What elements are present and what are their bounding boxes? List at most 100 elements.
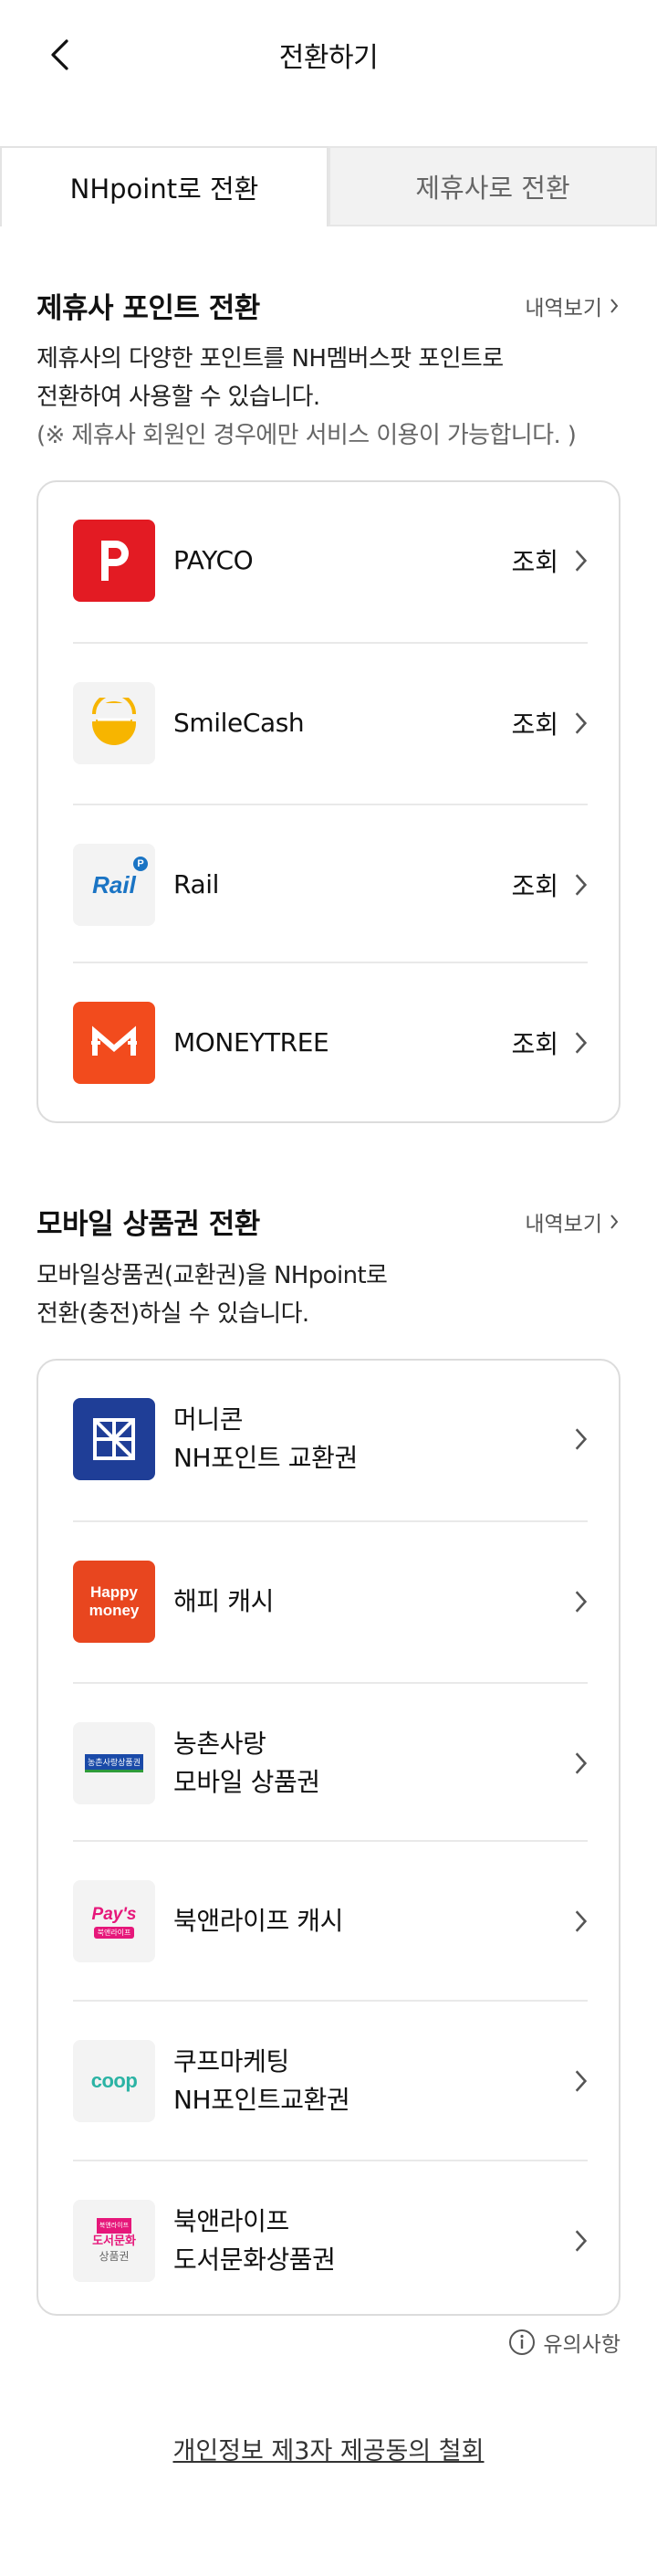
chevron-right-icon bbox=[575, 1752, 588, 1774]
rail-logo-text: Rail bbox=[92, 870, 136, 899]
partner-description: 제휴사의 다양한 포인트를 NH멤버스팟 포인트로 전환하여 사용할 수 있습니… bbox=[36, 340, 639, 455]
payco-logo bbox=[73, 520, 155, 602]
divider bbox=[73, 2160, 588, 2161]
chevron-right-icon bbox=[575, 874, 588, 896]
app-header: 전환하기 bbox=[0, 0, 657, 111]
mobile-item-nongchon[interactable]: 농촌사랑상품권 농촌사랑 모바일 상품권 bbox=[73, 1685, 588, 1842]
partner-history-label: 내역보기 bbox=[525, 297, 602, 321]
partner-item-name: Rail bbox=[173, 869, 219, 899]
mobile-history-link[interactable]: 내역보기 bbox=[525, 1206, 619, 1237]
mobile-item-line1: 북앤라이프 캐시 bbox=[173, 1906, 344, 1936]
rail-badge: P bbox=[133, 857, 148, 871]
partner-item-action: 조회 bbox=[511, 1029, 558, 1059]
partner-desc-note: (※ 제휴사 회원인 경우에만 서비스 이용이 가능합니다. ) bbox=[36, 422, 577, 449]
partner-item-rail[interactable]: Rail P Rail 조회 bbox=[73, 806, 588, 963]
book-culture-logo: 북앤라이프 도서문화 상품권 bbox=[73, 2200, 155, 2282]
chevron-right-icon bbox=[575, 712, 588, 734]
page-title: 전환하기 bbox=[278, 42, 379, 74]
mobile-item-line1: 북앤라이프 bbox=[173, 2206, 289, 2236]
chevron-right-icon bbox=[575, 2070, 588, 2092]
happymoney-logo: Happy money bbox=[73, 1561, 155, 1643]
divider bbox=[73, 642, 588, 644]
partner-item-action: 조회 bbox=[511, 871, 558, 901]
partner-desc-line2: 전환하여 사용할 수 있습니다. bbox=[36, 384, 320, 411]
chevron-right-icon bbox=[575, 1910, 588, 1932]
notice-link[interactable]: 유의사항 bbox=[508, 2327, 620, 2358]
divider bbox=[73, 1520, 588, 1522]
mobile-item-pays[interactable]: Pay's 북앤라이프 북앤라이프 캐시 bbox=[73, 1843, 588, 2000]
mobile-item-line1: 머니콘 bbox=[173, 1404, 244, 1435]
mobile-item-line2: NH포인트 교환권 bbox=[173, 1443, 358, 1473]
mobile-desc-line2: 전환(충전)하실 수 있습니다. bbox=[36, 1300, 309, 1328]
mobile-item-line2: 도서문화상품권 bbox=[173, 2245, 336, 2275]
mobile-item-label: 북앤라이프 캐시 bbox=[173, 1902, 573, 1940]
mobile-item-label: 머니콘 NH포인트 교환권 bbox=[173, 1401, 573, 1477]
chevron-right-icon bbox=[610, 299, 619, 313]
mobile-item-label: 북앤라이프 도서문화상품권 bbox=[173, 2203, 573, 2279]
nongchon-logo-text: 농촌사랑상품권 bbox=[85, 1754, 143, 1772]
pays-logo: Pay's 북앤라이프 bbox=[73, 1880, 155, 1962]
chevron-right-icon bbox=[575, 1428, 588, 1450]
partner-history-link[interactable]: 내역보기 bbox=[525, 290, 619, 321]
partner-item-action: 조회 bbox=[511, 547, 558, 577]
pays-logo-sub: 북앤라이프 bbox=[93, 1926, 135, 1939]
coop-logo: coop bbox=[73, 2040, 155, 2122]
chevron-right-icon bbox=[610, 1214, 619, 1229]
mobile-description: 모바일상품권(교환권)을 NHpoint로 전환(충전)하실 수 있습니다. bbox=[36, 1256, 639, 1333]
divider bbox=[73, 804, 588, 805]
partner-list-card: PAYCO 조회 SmileCash 조회 Rail P Rail 조회 MON… bbox=[36, 480, 620, 1123]
divider bbox=[73, 962, 588, 963]
mobile-item-label: 농촌사랑 모바일 상품권 bbox=[173, 1725, 573, 1802]
mobile-history-label: 내역보기 bbox=[525, 1213, 602, 1236]
chevron-right-icon bbox=[575, 1032, 588, 1054]
mobile-list-card: 머니콘 NH포인트 교환권 Happy money 해피 캐시 농촌사랑상품권 … bbox=[36, 1359, 620, 2316]
divider bbox=[73, 1840, 588, 1842]
moneycon-logo bbox=[73, 1398, 155, 1480]
partner-item-name: PAYCO bbox=[173, 545, 254, 575]
withdraw-consent-link[interactable]: 개인정보 제3자 제공동의 철회 bbox=[172, 2437, 484, 2466]
partner-item-smilecash[interactable]: SmileCash 조회 bbox=[73, 645, 588, 802]
mobile-desc-line1: 모바일상품권(교환권)을 NHpoint로 bbox=[36, 1262, 388, 1289]
notice-label: 유의사항 bbox=[543, 2333, 620, 2357]
mobile-item-line1: 농촌사랑 bbox=[173, 1729, 266, 1759]
tab-bar: NHpoint로 전환 제휴사로 전환 bbox=[0, 146, 657, 226]
book-logo-top: 북앤라이프 bbox=[96, 2217, 132, 2234]
footer: 개인정보 제3자 제공동의 철회 bbox=[0, 2431, 657, 2466]
tab-nhpoint[interactable]: NHpoint로 전환 bbox=[0, 146, 328, 226]
divider bbox=[73, 1682, 588, 1684]
partner-section-title: 제휴사 포인트 전환 bbox=[36, 292, 260, 325]
mobile-item-book-culture[interactable]: 북앤라이프 도서문화 상품권 북앤라이프 도서문화상품권 bbox=[73, 2162, 588, 2319]
chevron-right-icon bbox=[575, 2230, 588, 2252]
divider bbox=[73, 2000, 588, 2002]
happymoney-logo-line1: Happy bbox=[90, 1583, 138, 1601]
mobile-item-label: 쿠프마케팅 NH포인트교환권 bbox=[173, 2043, 573, 2119]
mobile-item-line1: 쿠프마케팅 bbox=[173, 2046, 289, 2077]
smilecash-logo bbox=[73, 682, 155, 764]
info-icon bbox=[509, 2329, 536, 2355]
chevron-right-icon bbox=[575, 1591, 588, 1613]
moneytree-logo bbox=[73, 1002, 155, 1084]
tab-partner[interactable]: 제휴사로 전환 bbox=[328, 146, 657, 226]
mobile-item-line2: 모바일 상품권 bbox=[173, 1767, 320, 1797]
book-logo-mid: 도서문화 bbox=[92, 2234, 136, 2248]
mobile-item-line2: NH포인트교환권 bbox=[173, 2085, 350, 2115]
mobile-item-moneycon[interactable]: 머니콘 NH포인트 교환권 bbox=[73, 1361, 588, 1518]
partner-item-moneytree[interactable]: MONEYTREE 조회 bbox=[73, 964, 588, 1121]
happymoney-logo-line2: money bbox=[89, 1602, 140, 1619]
book-logo-bottom: 상품권 bbox=[99, 2249, 130, 2263]
partner-item-payco[interactable]: PAYCO 조회 bbox=[73, 482, 588, 639]
mobile-section-title: 모바일 상품권 전환 bbox=[36, 1208, 260, 1241]
mobile-item-coop[interactable]: coop 쿠프마케팅 NH포인트교환권 bbox=[73, 2003, 588, 2160]
partner-item-action: 조회 bbox=[511, 710, 558, 740]
mobile-item-line1: 해피 캐시 bbox=[173, 1586, 274, 1616]
nongchon-logo: 농촌사랑상품권 bbox=[73, 1722, 155, 1804]
partner-item-name: SmileCash bbox=[173, 708, 305, 738]
pays-logo-text: Pay's bbox=[91, 1904, 137, 1924]
mobile-item-happymoney[interactable]: Happy money 해피 캐시 bbox=[73, 1523, 588, 1680]
chevron-right-icon bbox=[575, 550, 588, 572]
partner-item-name: MONEYTREE bbox=[173, 1027, 329, 1057]
mobile-item-label: 해피 캐시 bbox=[173, 1582, 573, 1621]
rail-logo: Rail P bbox=[73, 844, 155, 926]
coop-logo-text: coop bbox=[90, 2069, 138, 2092]
partner-desc-line1: 제휴사의 다양한 포인트를 NH멤버스팟 포인트로 bbox=[36, 345, 504, 373]
